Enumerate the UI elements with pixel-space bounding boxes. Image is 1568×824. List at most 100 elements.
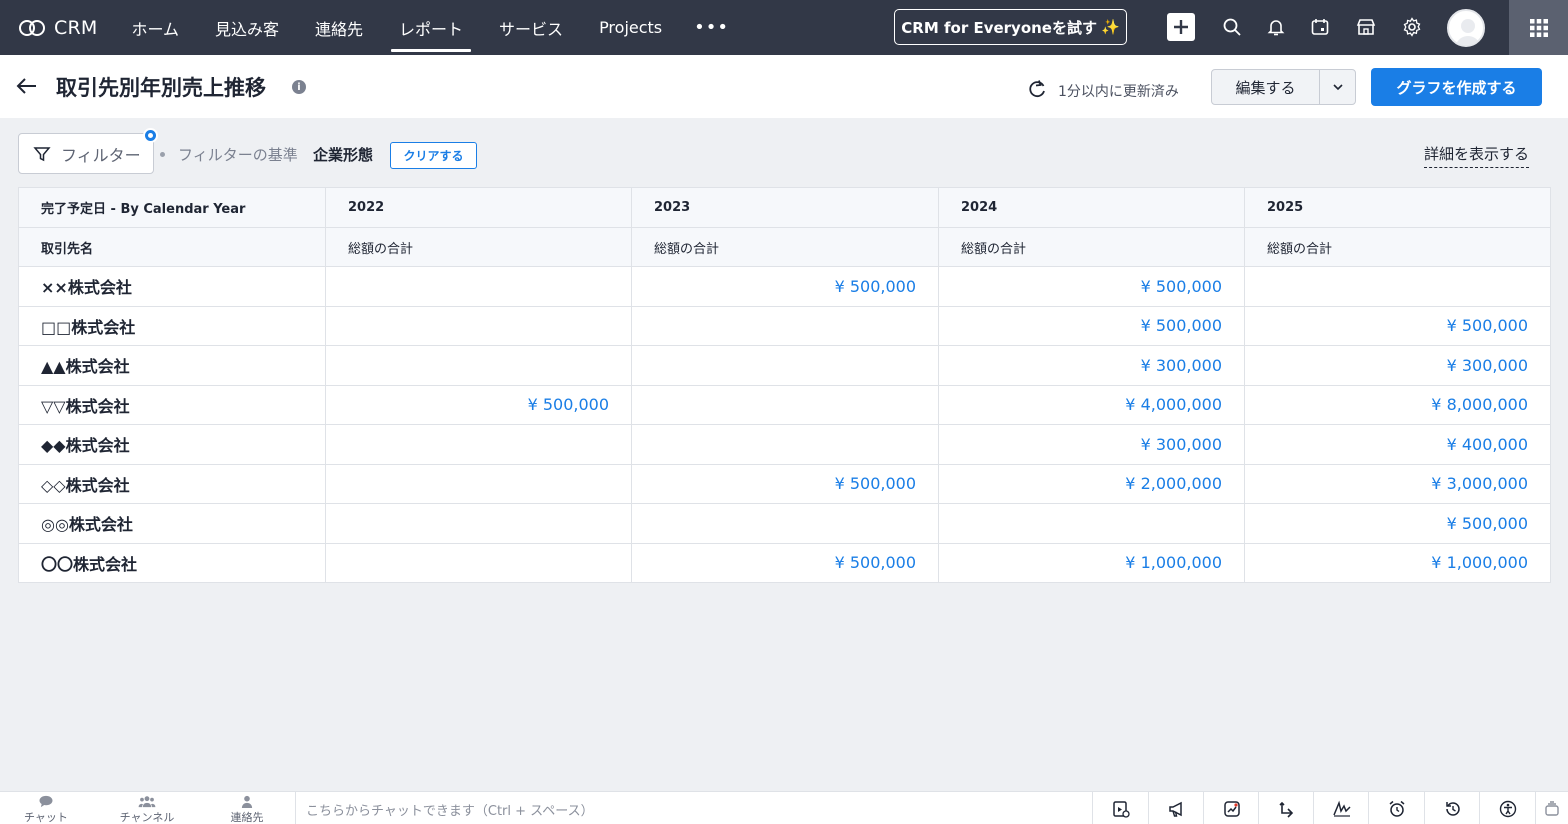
measure-header-row: 取引先名 総額の合計 総額の合計 総額の合計 総額の合計 [18, 227, 1551, 267]
amount-cell[interactable]: ¥ 400,000 [1244, 424, 1551, 465]
back-button[interactable] [14, 73, 40, 99]
add-button[interactable] [1167, 13, 1195, 41]
amount-cell [631, 503, 939, 544]
nav-item[interactable]: サービス [481, 0, 581, 55]
alarm-icon [1389, 800, 1404, 817]
chevron-down-icon [1332, 84, 1343, 91]
year-header: 2025 [1244, 187, 1551, 228]
amount-cell [325, 305, 632, 346]
amount-cell[interactable]: ¥ 1,000,000 [938, 542, 1245, 583]
marketplace-button[interactable] [1353, 14, 1379, 40]
nav-item[interactable]: 見込み客 [197, 0, 297, 55]
amount-cell[interactable]: ¥ 500,000 [938, 266, 1245, 307]
table-row: ◆◆株式会社 ¥ 300,000 ¥ 400,000 [18, 424, 1551, 465]
amount-cell [325, 542, 632, 583]
megaphone-icon [1168, 801, 1182, 817]
table-row: ◇◇株式会社 ¥ 500,000 ¥ 2,000,000 ¥ 3,000,000 [18, 463, 1551, 504]
edit-button[interactable]: 編集する [1212, 70, 1320, 104]
measure-header: 総額の合計 [938, 227, 1245, 267]
separator-dot [160, 152, 165, 157]
divider [295, 792, 296, 824]
alarm-tool-button[interactable] [1368, 792, 1424, 824]
amount-cell[interactable]: ¥ 500,000 [938, 305, 1245, 346]
filter-basis-value: 企業形態 [313, 146, 374, 164]
nav-item[interactable]: レポート [381, 0, 481, 55]
channels-tab[interactable]: チャンネル [117, 795, 177, 824]
amount-cell[interactable]: ¥ 300,000 [938, 424, 1245, 465]
try-button-label: CRM for Everyoneを試す [901, 18, 1097, 37]
amount-cell[interactable]: ¥ 500,000 [1244, 305, 1551, 346]
amount-cell[interactable]: ¥ 500,000 [325, 384, 632, 425]
amount-cell [631, 345, 939, 386]
history-icon [1445, 801, 1460, 816]
refresh-button[interactable] [1028, 79, 1048, 99]
row-dimension-header: 完了予定日 - By Calendar Year [18, 187, 326, 228]
analytics-tool-button[interactable] [1203, 792, 1259, 824]
settings-button[interactable] [1399, 14, 1425, 40]
chart-icon [1223, 800, 1240, 817]
avatar[interactable] [1447, 9, 1485, 47]
search-button[interactable] [1219, 14, 1245, 40]
amount-cell[interactable]: ¥ 8,000,000 [1244, 384, 1551, 425]
notifications-button[interactable] [1263, 14, 1289, 40]
signature-tool-button[interactable] [1313, 792, 1369, 824]
chat-input[interactable]: こちらからチャットできます（Ctrl + スペース） [306, 800, 594, 819]
nav-item[interactable]: 連絡先 [297, 0, 381, 55]
bottom-chat-bar: チャット チャンネル 連絡先 こちらからチャットできます（Ctrl + スペース… [0, 791, 1568, 824]
info-icon[interactable]: i [292, 80, 306, 94]
amount-cell[interactable]: ¥ 500,000 [631, 542, 939, 583]
store-icon [1356, 19, 1376, 35]
more-tools-button[interactable] [1535, 792, 1568, 824]
table-row: □□株式会社 ¥ 500,000 ¥ 500,000 [18, 305, 1551, 346]
reply-icon [1278, 801, 1293, 818]
back-arrow-icon [16, 78, 36, 94]
amount-cell[interactable]: ¥ 2,000,000 [938, 463, 1245, 504]
chat-tab[interactable]: チャット [16, 795, 76, 824]
year-header-row: 完了予定日 - By Calendar Year 2022 2023 2024 … [18, 187, 1551, 228]
account-name-cell: ◇◇株式会社 [18, 463, 326, 504]
group-icon [138, 796, 156, 808]
more-menu-button[interactable]: ••• [680, 17, 743, 38]
amount-cell[interactable]: ¥ 3,000,000 [1244, 463, 1551, 504]
nav-item[interactable]: ホーム [113, 0, 197, 55]
brand[interactable]: CRM [18, 17, 97, 39]
clear-filter-button[interactable]: クリアする [390, 142, 477, 169]
apps-grid-button[interactable] [1509, 0, 1568, 55]
amount-cell [325, 503, 632, 544]
nav-item[interactable]: Projects [581, 0, 680, 55]
calendar-button[interactable] [1307, 14, 1333, 40]
account-name-cell: ◎◎株式会社 [18, 503, 326, 544]
create-chart-button[interactable]: グラフを作成する [1371, 68, 1542, 106]
amount-cell[interactable]: ¥ 1,000,000 [1244, 542, 1551, 583]
filter-button[interactable]: フィルター [18, 133, 154, 174]
year-header: 2023 [631, 187, 939, 228]
show-details-link[interactable]: 詳細を表示する [1424, 143, 1530, 168]
report-table: 完了予定日 - By Calendar Year 2022 2023 2024 … [18, 187, 1551, 583]
table-row: ××株式会社 ¥ 500,000 ¥ 500,000 [18, 266, 1551, 307]
announcement-tool-button[interactable] [1148, 792, 1204, 824]
accessibility-tool-button[interactable] [1479, 792, 1535, 824]
measure-header: 総額の合計 [325, 227, 632, 267]
media-tool-button[interactable] [1092, 792, 1148, 824]
amount-cell[interactable]: ¥ 500,000 [631, 266, 939, 307]
bell-icon [1267, 20, 1285, 36]
contacts-tab[interactable]: 連絡先 [217, 795, 277, 824]
apps-grid-icon [1529, 18, 1548, 37]
amount-cell[interactable]: ¥ 500,000 [1244, 503, 1551, 544]
reply-tool-button[interactable] [1258, 792, 1314, 824]
amount-cell[interactable]: ¥ 4,000,000 [938, 384, 1245, 425]
signature-icon [1332, 800, 1351, 817]
try-crm-for-everyone-button[interactable]: CRM for Everyoneを試す ✨ [894, 9, 1127, 45]
account-name-cell: ××株式会社 [18, 266, 326, 307]
amount-cell[interactable]: ¥ 300,000 [938, 345, 1245, 386]
amount-cell[interactable]: ¥ 300,000 [1244, 345, 1551, 386]
amount-cell[interactable]: ¥ 500,000 [631, 463, 939, 504]
history-tool-button[interactable] [1424, 792, 1480, 824]
search-icon [1223, 18, 1241, 36]
year-header: 2024 [938, 187, 1245, 228]
amount-cell [631, 384, 939, 425]
calendar-icon [1311, 19, 1329, 35]
person-icon [241, 795, 253, 808]
measure-header: 総額の合計 [631, 227, 939, 267]
edit-options-dropdown[interactable] [1320, 70, 1355, 104]
